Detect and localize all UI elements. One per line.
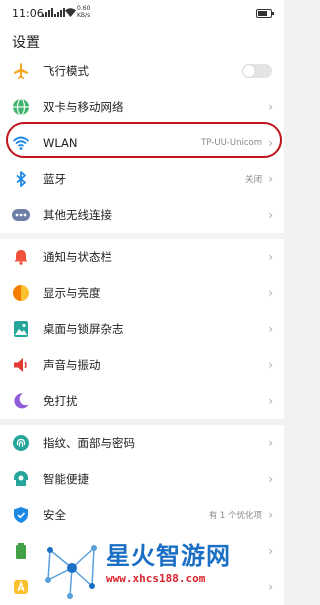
chevron-right-icon: › <box>268 208 273 222</box>
settings-item-label: 桌面与锁屏杂志 <box>43 322 124 336</box>
settings-item-label: 双卡与移动网络 <box>43 100 124 114</box>
settings-item-other-wireless[interactable]: 其他无线连接 › <box>0 197 284 233</box>
chevron-right-icon: › <box>268 394 273 408</box>
settings-item-label: 声音与振动 <box>43 358 101 372</box>
settings-item-display[interactable]: 显示与亮度 › <box>0 275 284 311</box>
wlan-network-name: TP-UU-Unicom <box>201 138 262 148</box>
settings-item-dnd[interactable]: 免打扰 › <box>0 383 284 419</box>
settings-item-wlan[interactable]: WLAN TP-UU-Unicom › <box>0 125 284 161</box>
page-header: 设置 <box>0 26 284 56</box>
airplane-mode-toggle[interactable] <box>242 64 272 78</box>
settings-item-label: 其他无线连接 <box>43 208 112 222</box>
settings-item-label: 飞行模式 <box>43 64 89 78</box>
settings-item-label: 通知与状态栏 <box>43 250 112 264</box>
watermark-url: www.xhcs188.com <box>106 572 206 585</box>
chevron-right-icon: › <box>268 100 273 114</box>
watermark-title: 星火智游网 <box>106 542 231 570</box>
chevron-right-icon: › <box>268 472 273 486</box>
settings-item-smart-assist[interactable]: 智能便捷 › <box>0 461 284 497</box>
chevron-right-icon: › <box>268 172 273 186</box>
settings-group-connectivity: 飞行模式 双卡与移动网络 › WLAN TP-UU-Unicom › 蓝牙 关闭… <box>0 53 284 233</box>
status-battery-icon <box>256 9 274 18</box>
settings-item-label: 安全 <box>43 508 66 522</box>
network-speed: 0.60 KB/s <box>77 5 91 19</box>
settings-item-airplane[interactable]: 飞行模式 <box>0 53 284 89</box>
settings-item-label: WLAN <box>43 136 78 150</box>
brightness-icon <box>12 284 30 302</box>
battery-icon <box>12 542 30 560</box>
bluetooth-icon <box>12 170 30 188</box>
status-bar: 11:06 0.60 KB/s <box>0 0 284 26</box>
settings-item-bluetooth[interactable]: 蓝牙 关闭 › <box>0 161 284 197</box>
site-watermark: 星火智游网 www.xhcs188.com <box>40 536 284 600</box>
watermark-network-logo-icon <box>45 545 97 599</box>
fingerprint-icon <box>12 434 30 452</box>
signal-2-icon <box>54 8 65 17</box>
wifi-icon <box>12 134 30 152</box>
globe-icon <box>12 98 30 116</box>
status-time: 11:06 <box>12 7 44 20</box>
page-title: 设置 <box>12 35 40 51</box>
bell-icon <box>12 248 30 266</box>
wallpaper-icon <box>12 320 30 338</box>
chevron-right-icon: › <box>268 322 273 336</box>
bluetooth-status: 关闭 <box>244 175 262 185</box>
settings-item-notifications[interactable]: 通知与状态栏 › <box>0 239 284 275</box>
more-dots-icon <box>12 206 30 224</box>
security-optimization-count: 有 1 个优化项 <box>208 511 262 521</box>
settings-item-label: 指纹、面部与密码 <box>43 436 135 450</box>
language-icon <box>12 578 30 596</box>
status-wifi-icon <box>65 8 76 17</box>
settings-item-label: 显示与亮度 <box>43 286 101 300</box>
settings-item-fingerprint[interactable]: 指纹、面部与密码 › <box>0 425 284 461</box>
settings-item-label: 智能便捷 <box>43 472 89 486</box>
settings-item-label: 蓝牙 <box>43 172 66 186</box>
chevron-right-icon: › <box>268 136 273 150</box>
speaker-icon <box>12 356 30 374</box>
shield-icon <box>12 506 30 524</box>
settings-group-display: 通知与状态栏 › 显示与亮度 › 桌面与锁屏杂志 › 声音与振动 › 免打扰 › <box>0 239 284 419</box>
moon-icon <box>12 392 30 410</box>
chevron-right-icon: › <box>268 508 273 522</box>
settings-item-dual-sim[interactable]: 双卡与移动网络 › <box>0 89 284 125</box>
settings-item-label: 免打扰 <box>43 394 78 408</box>
chevron-right-icon: › <box>268 286 273 300</box>
chevron-right-icon: › <box>268 358 273 372</box>
smart-assist-icon <box>12 470 30 488</box>
chevron-right-icon: › <box>268 436 273 450</box>
chevron-right-icon: › <box>268 250 273 264</box>
signal-icon <box>42 8 53 17</box>
airplane-icon <box>12 62 30 80</box>
settings-item-security[interactable]: 安全 有 1 个优化项 › <box>0 497 284 533</box>
settings-item-sound[interactable]: 声音与振动 › <box>0 347 284 383</box>
settings-item-wallpaper[interactable]: 桌面与锁屏杂志 › <box>0 311 284 347</box>
